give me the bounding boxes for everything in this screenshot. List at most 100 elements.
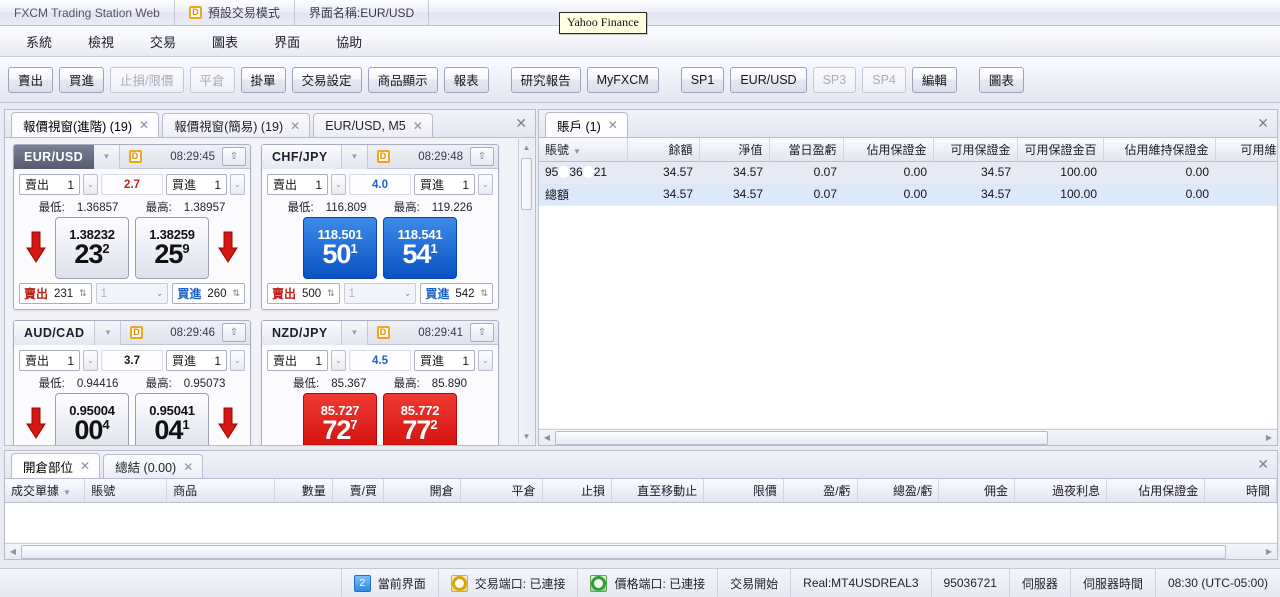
- buy-lot-stepper-chfjpy[interactable]: ⇅: [480, 288, 488, 299]
- quote-cell-nzdjpy[interactable]: NZD/JPY ▼ D 08:29:41 ⇧ 賣出 1 ⌄ 4.5 買進 1 ⌄…: [261, 320, 499, 445]
- col-order-used-margin[interactable]: 佔用保證金: [1106, 479, 1206, 503]
- sell-amount-stepper-chfjpy[interactable]: ⌄: [331, 174, 346, 195]
- buy-amount-input-nzdjpy[interactable]: 買進 1: [414, 350, 475, 371]
- quote-cell-chfjpy[interactable]: CHF/JPY ▼ D 08:29:48 ⇧ 賣出 1 ⌄ 4.0 買進 1 ⌄…: [261, 144, 499, 310]
- quote-pin-icon-nzdjpy[interactable]: ⇧: [470, 323, 494, 342]
- buy-amount-stepper-eurusd[interactable]: ⌄: [230, 174, 245, 195]
- mid-lot-caret-icon-chfjpy[interactable]: ⌄: [404, 288, 412, 299]
- toolbar-myfxcm-button[interactable]: MyFXCM: [586, 66, 659, 93]
- quote-cell-eurusd[interactable]: EUR/USD ▼ D 08:29:45 ⇧ 賣出 1 ⌄ 2.7 買進 1 ⌄…: [13, 144, 251, 310]
- sell-amount-input-audcad[interactable]: 賣出 1: [19, 350, 80, 371]
- mid-lot-field-eurusd[interactable]: 1 ⌄: [95, 283, 169, 304]
- quote-symbol-nzdjpy[interactable]: NZD/JPY: [262, 321, 342, 345]
- col-equity[interactable]: 淨值: [699, 138, 770, 162]
- ask-price-box-audcad[interactable]: 0.95041 041: [135, 393, 209, 445]
- toolbar-edit-button[interactable]: 編輯: [911, 66, 957, 93]
- col-commission[interactable]: 佣金: [938, 479, 1016, 503]
- buy-amount-input-chfjpy[interactable]: 買進 1: [414, 174, 475, 195]
- quote-dropdown-caret-icon-eurusd[interactable]: ▼: [94, 145, 120, 169]
- account-scroll-right-icon[interactable]: ▶: [1261, 433, 1277, 442]
- tab-quote-advanced-close-icon[interactable]: ✕: [139, 119, 149, 131]
- col-instrument[interactable]: 商品: [166, 479, 275, 503]
- quote-scroll-down-icon[interactable]: ▼: [519, 428, 534, 444]
- toolbar-sp3-button[interactable]: SP3: [812, 66, 857, 93]
- ask-price-box-eurusd[interactable]: 1.38259 259: [135, 217, 209, 279]
- quote-dropdown-caret-icon-chfjpy[interactable]: ▼: [342, 145, 368, 169]
- buy-lot-field-chfjpy[interactable]: 買進 542 ⇅: [420, 283, 494, 304]
- sell-lot-field-chfjpy[interactable]: 賣出 500 ⇅: [267, 283, 340, 304]
- tab-open-positions-close-icon[interactable]: ✕: [80, 460, 90, 472]
- buy-amount-input-audcad[interactable]: 買進 1: [166, 350, 227, 371]
- sell-lot-stepper-eurusd[interactable]: ⇅: [79, 288, 87, 299]
- quote-symbol-eurusd[interactable]: EUR/USD: [14, 145, 94, 169]
- orders-panel-close-icon[interactable]: ✕: [1257, 457, 1269, 471]
- tab-summary-close-icon[interactable]: ✕: [183, 461, 193, 473]
- buy-amount-input-eurusd[interactable]: 買進 1: [166, 174, 227, 195]
- bid-price-box-eurusd[interactable]: 1.38232 232: [55, 217, 129, 279]
- toolbar-sp4-button[interactable]: SP4: [862, 66, 906, 93]
- account-scroll-left-icon[interactable]: ◀: [539, 433, 555, 442]
- toolbar-stop-limit-button[interactable]: 止損/限價: [110, 66, 184, 93]
- buy-lot-field-eurusd[interactable]: 買進 260 ⇅: [172, 283, 246, 304]
- sell-amount-stepper-eurusd[interactable]: ⌄: [83, 174, 98, 195]
- account-panel-close-icon[interactable]: ✕: [1257, 116, 1269, 130]
- sell-amount-input-nzdjpy[interactable]: 賣出 1: [267, 350, 328, 371]
- menu-layout[interactable]: 界面: [256, 27, 318, 56]
- menu-system[interactable]: 系統: [8, 27, 70, 56]
- col-open-price[interactable]: 開倉: [383, 479, 461, 503]
- account-horizontal-scrollbar[interactable]: ◀ ▶: [539, 429, 1277, 445]
- quote-dropdown-caret-icon-nzdjpy[interactable]: ▼: [342, 321, 368, 345]
- table-row-total[interactable]: 總額 34.57 34.57 0.07 0.00 34.57 100.00 0.…: [539, 183, 1277, 206]
- account-scroll-track[interactable]: [555, 430, 1261, 445]
- table-row[interactable]: 95 36 21 34.57 34.57 0.07 0.00 34.57 100.0…: [539, 161, 1277, 184]
- buy-amount-stepper-nzdjpy[interactable]: ⌄: [478, 350, 493, 371]
- bid-price-box-audcad[interactable]: 0.95004 004: [55, 393, 129, 445]
- col-usable-maintenance[interactable]: 可用維持: [1215, 138, 1277, 162]
- orders-horizontal-scrollbar[interactable]: ◀ ▶: [5, 543, 1277, 559]
- tab-quote-simple[interactable]: 報價視窗(簡易) (19) ✕: [162, 113, 311, 137]
- menu-chart[interactable]: 圖表: [194, 27, 256, 56]
- buy-amount-stepper-chfjpy[interactable]: ⌄: [478, 174, 493, 195]
- status-price-port[interactable]: 價格端口: 已連接: [578, 569, 719, 597]
- toolbar-sell-button[interactable]: 賣出: [8, 66, 54, 93]
- toolbar-close-position-button[interactable]: 平倉: [189, 66, 235, 93]
- col-used-maintenance-margin[interactable]: 佔用維持保證金: [1103, 138, 1216, 162]
- bid-price-box-chfjpy[interactable]: 118.501 501: [303, 217, 377, 279]
- quote-symbol-chfjpy[interactable]: CHF/JPY: [262, 145, 342, 169]
- col-side[interactable]: 賣/買: [332, 479, 384, 503]
- col-order-account[interactable]: 賬號: [84, 479, 168, 503]
- buy-lot-stepper-eurusd[interactable]: ⇅: [232, 288, 240, 299]
- tab-open-positions[interactable]: 開倉部位 ✕: [11, 453, 101, 478]
- tab-eurusd-m5-chart[interactable]: EUR/USD, M5 ✕: [313, 113, 433, 137]
- col-usable-margin[interactable]: 可用保證金: [933, 138, 1018, 162]
- toolbar-reports-button[interactable]: 報表: [443, 66, 489, 93]
- col-used-margin[interactable]: 佔用保證金: [843, 138, 934, 162]
- col-quantity[interactable]: 數量: [274, 479, 333, 503]
- sell-amount-input-eurusd[interactable]: 賣出 1: [19, 174, 80, 195]
- col-account-number[interactable]: 賬號 ▼: [539, 138, 628, 162]
- col-time[interactable]: 時間: [1204, 479, 1277, 503]
- status-trade-port[interactable]: 交易端口: 已連接: [439, 569, 579, 597]
- toolbar-pending-order-button[interactable]: 掛單: [240, 66, 286, 93]
- mid-lot-caret-icon-eurusd[interactable]: ⌄: [156, 288, 164, 299]
- tab-accounts-close-icon[interactable]: ✕: [608, 119, 618, 131]
- col-rollover[interactable]: 過夜利息: [1014, 479, 1108, 503]
- layout-name-indicator[interactable]: 界面名稱:EUR/USD: [295, 0, 430, 25]
- ask-price-box-nzdjpy[interactable]: 85.772 772: [383, 393, 457, 445]
- toolbar-eurusd-button[interactable]: EUR/USD: [730, 66, 807, 93]
- ask-price-box-chfjpy[interactable]: 118.541 541: [383, 217, 457, 279]
- sell-amount-stepper-audcad[interactable]: ⌄: [83, 350, 98, 371]
- tab-eurusd-m5-close-icon[interactable]: ✕: [413, 120, 423, 132]
- quote-dropdown-caret-icon-audcad[interactable]: ▼: [95, 321, 122, 345]
- status-workspace[interactable]: 2 當前界面: [342, 569, 439, 597]
- quote-scroll-thumb[interactable]: [521, 158, 532, 210]
- sell-amount-input-chfjpy[interactable]: 賣出 1: [267, 174, 328, 195]
- quote-scroll-up-icon[interactable]: ▲: [519, 139, 534, 155]
- col-pl[interactable]: 盈/虧: [783, 479, 858, 503]
- toolbar-buy-button[interactable]: 買進: [59, 66, 105, 93]
- sell-amount-stepper-nzdjpy[interactable]: ⌄: [331, 350, 346, 371]
- tab-quote-advanced[interactable]: 報價視窗(進階) (19) ✕: [11, 112, 160, 137]
- quote-pin-icon-audcad[interactable]: ⇧: [222, 323, 246, 342]
- col-stop[interactable]: 止損: [542, 479, 613, 503]
- sell-lot-field-eurusd[interactable]: 賣出 231 ⇅: [19, 283, 92, 304]
